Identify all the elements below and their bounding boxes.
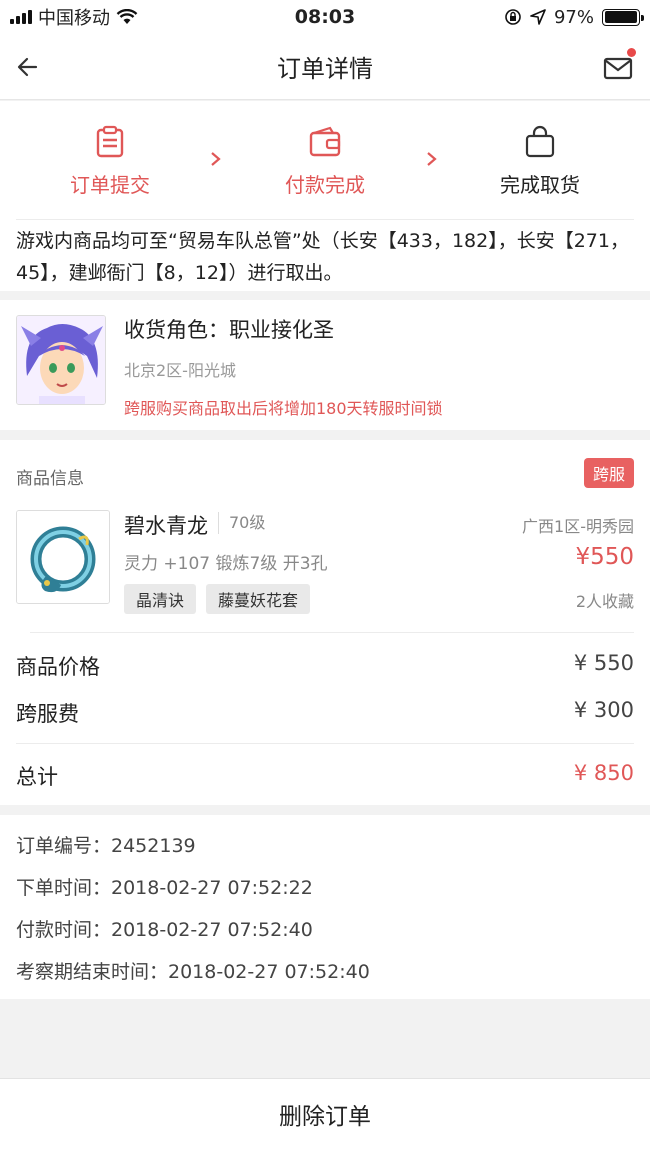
- step-payment-complete: 付款完成: [255, 125, 395, 198]
- fee-label: 商品价格: [16, 655, 100, 679]
- fee-row-cross-server: 跨服费 ¥ 300: [16, 698, 634, 728]
- page-title: 订单详情: [277, 55, 373, 83]
- section-title: 商品信息: [16, 469, 84, 489]
- fee-label: 跨服费: [16, 702, 79, 726]
- carrier-name: 中国移动: [38, 8, 110, 29]
- item-price: ¥550: [575, 544, 634, 570]
- cross-server-badge: 跨服: [583, 458, 634, 488]
- pickup-notice: 游戏内商品均可至“贸易车队总管”处（长安【433，182】，长安【271，45】…: [16, 230, 629, 284]
- item-attributes: 灵力 +107 锻炼7级 开3孔: [124, 554, 328, 574]
- status-bar: 中国移动 08:03 97%: [0, 0, 650, 34]
- step-order-submitted: 订单提交: [40, 125, 180, 198]
- item-server: 广西1区-明秀园: [522, 517, 634, 536]
- receiver-server: 北京2区-阳光城: [124, 361, 236, 380]
- divider: [16, 219, 634, 220]
- item-image[interactable]: [16, 510, 110, 604]
- step-label: 完成取货: [500, 173, 580, 197]
- total-value: ¥ 850: [573, 761, 634, 785]
- fee-row-item-price: 商品价格 ¥ 550: [16, 651, 634, 681]
- item-tags: 晶清诀 藤蔓妖花套: [124, 584, 311, 614]
- total-label: 总计: [16, 765, 58, 789]
- step-label: 订单提交: [70, 173, 150, 197]
- wallet-icon: [309, 126, 341, 157]
- location-arrow-icon: [530, 9, 546, 25]
- step-pickup-complete: 完成取货: [470, 125, 610, 198]
- shopping-bag-icon: [525, 125, 555, 158]
- delete-order-button[interactable]: 删除订单: [0, 1078, 650, 1155]
- step-label: 付款完成: [285, 173, 365, 197]
- role-avatar: [16, 315, 106, 405]
- chevron-right-icon: [427, 152, 437, 166]
- back-arrow-icon[interactable]: [12, 51, 44, 83]
- battery-icon: [602, 8, 644, 26]
- inspection-end-time: 考察期结束时间：2018-02-27 07:52:40: [16, 961, 370, 983]
- order-number: 订单编号：2452139: [16, 835, 196, 857]
- clipboard-icon: [96, 125, 124, 158]
- receiver-name: 收货角色：职业接化圣: [124, 318, 334, 342]
- fee-value: ¥ 550: [573, 651, 634, 675]
- nav-bar: 订单详情: [0, 34, 650, 100]
- order-paid-time: 付款时间：2018-02-27 07:52:40: [16, 919, 313, 941]
- order-info-card: 订单编号：2452139 下单时间：2018-02-27 07:52:22 付款…: [0, 815, 650, 999]
- signal-strength-icon: [10, 10, 32, 24]
- fee-value: ¥ 300: [573, 698, 634, 722]
- divider: [16, 743, 634, 744]
- receiver-card: 收货角色：职业接化圣 北京2区-阳光城 跨服购买商品取出后将增加180天转服时间…: [0, 300, 650, 430]
- transfer-lock-warning: 跨服购买商品取出后将增加180天转服时间锁: [124, 399, 443, 418]
- rotation-lock-icon: [505, 9, 521, 25]
- status-time: 08:03: [294, 6, 356, 28]
- item-name[interactable]: 碧水青龙: [124, 510, 208, 540]
- order-created-time: 下单时间：2018-02-27 07:52:22: [16, 877, 313, 899]
- item-tag: 晶清诀: [124, 584, 197, 614]
- item-level: 70级: [218, 512, 265, 534]
- item-tag: 藤蔓妖花套: [206, 584, 311, 614]
- chevron-right-icon: [211, 152, 221, 166]
- order-progress: 订单提交 付款完成 完成取货 游戏内商品均可至“贸易车队总管”处（长安【433，…: [0, 101, 650, 291]
- total-row: 总计 ¥ 850: [16, 761, 634, 791]
- goods-card: 商品信息 跨服 碧水青龙 70级 广西1区-明秀园 灵力 +107 锻炼7级 开…: [0, 440, 650, 805]
- favorites-count: 2人收藏: [575, 592, 634, 611]
- divider: [30, 632, 634, 633]
- battery-percent: 97%: [553, 6, 594, 28]
- unread-dot: [627, 48, 636, 57]
- wifi-icon: [116, 9, 138, 24]
- message-button[interactable]: [602, 48, 636, 84]
